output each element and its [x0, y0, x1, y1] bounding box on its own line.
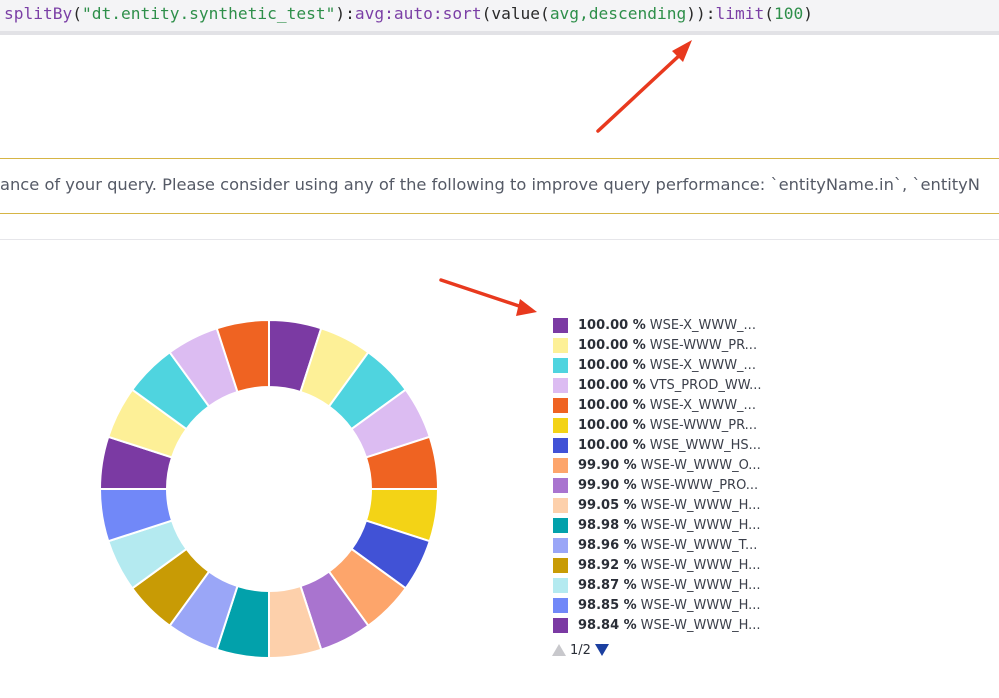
query-token: (: [764, 4, 774, 23]
legend-item[interactable]: 98.96 % WSE-W_WWW_T...: [553, 535, 762, 555]
legend-label: WSE-X_WWW_...: [649, 317, 756, 333]
legend-value: 100.00 %: [578, 437, 646, 453]
legend-swatch: [553, 457, 568, 473]
legend-value: 98.96 %: [578, 537, 637, 553]
legend-value: 98.92 %: [578, 557, 637, 573]
legend-value: 98.85 %: [578, 597, 637, 613]
legend-value: 98.87 %: [578, 577, 637, 593]
query-warning-text: ance of your query. Please consider usin…: [0, 175, 980, 194]
page-indicator: 1/2: [570, 642, 591, 658]
legend-value: 99.90 %: [578, 477, 637, 493]
chart-legend: 100.00 % WSE-X_WWW_... 100.00 % WSE-WWW_PR.…: [553, 315, 762, 635]
legend-item[interactable]: 98.84 % WSE-W_WWW_H...: [553, 615, 762, 635]
query-token: 100: [774, 4, 804, 23]
legend-swatch: [553, 337, 568, 353]
legend-label: WSE-W_WWW_H...: [640, 617, 761, 633]
legend-swatch: [553, 357, 568, 373]
legend-value: 100.00 %: [578, 357, 646, 373]
legend-label: WSE-X_WWW_...: [649, 357, 756, 373]
legend-label: VTS_PROD_WW...: [649, 377, 762, 393]
query-text[interactable]: splitBy("dt.entity.synthetic_test"):avg:…: [4, 2, 813, 26]
query-token: ):: [335, 4, 355, 23]
query-token: )):: [686, 4, 716, 23]
legend-value: 100.00 %: [578, 317, 646, 333]
legend-swatch: [553, 417, 568, 433]
query-warning-banner: ance of your query. Please consider usin…: [0, 158, 999, 214]
query-token: splitBy: [4, 4, 73, 23]
legend-item[interactable]: 98.87 % WSE-W_WWW_H...: [553, 575, 762, 595]
legend-value: 99.05 %: [578, 497, 637, 513]
legend-swatch: [553, 437, 568, 453]
query-token: avg,descending: [549, 4, 687, 23]
legend-label: WSE-W_WWW_H...: [640, 597, 761, 613]
legend-value: 100.00 %: [578, 337, 646, 353]
legend-label: WSE_WWW_HS...: [649, 437, 762, 453]
legend-pager: 1/2: [551, 641, 610, 659]
legend-swatch: [553, 377, 568, 393]
legend-swatch: [553, 317, 568, 333]
legend-swatch: [553, 597, 568, 613]
legend-swatch: [553, 397, 568, 413]
query-token: ): [803, 4, 813, 23]
legend-item[interactable]: 99.90 % WSE-WWW_PRO...: [553, 475, 762, 495]
legend-label: WSE-W_WWW_H...: [640, 497, 761, 513]
legend-label: WSE-W_WWW_H...: [640, 577, 761, 593]
section-divider: [0, 239, 999, 240]
legend-item[interactable]: 98.92 % WSE-W_WWW_H...: [553, 555, 762, 575]
legend-value: 99.90 %: [578, 457, 637, 473]
legend-label: WSE-W_WWW_T...: [640, 537, 758, 553]
legend-item[interactable]: 100.00 % WSE-X_WWW_...: [553, 395, 762, 415]
legend-label: WSE-W_WWW_H...: [640, 517, 761, 533]
arrow-to-query-icon: [596, 40, 692, 133]
legend-item[interactable]: 98.98 % WSE-W_WWW_H...: [553, 515, 762, 535]
legend-label: WSE-WWW_PR...: [649, 417, 758, 433]
legend-label: WSE-X_WWW_...: [649, 397, 756, 413]
next-page-icon[interactable]: [594, 642, 610, 658]
legend-item[interactable]: 98.85 % WSE-W_WWW_H...: [553, 595, 762, 615]
legend-item[interactable]: 100.00 % VTS_PROD_WW...: [553, 375, 762, 395]
previous-page-icon[interactable]: [551, 642, 567, 658]
legend-value: 100.00 %: [578, 397, 646, 413]
query-token: avg:auto:sort: [354, 4, 482, 23]
legend-value: 100.00 %: [578, 377, 646, 393]
legend-label: WSE-WWW_PRO...: [640, 477, 759, 493]
query-token: limit: [715, 4, 765, 23]
arrow-to-legend-icon: [439, 278, 537, 316]
legend-swatch: [553, 557, 568, 573]
query-token: (: [72, 4, 82, 23]
legend-value: 100.00 %: [578, 417, 646, 433]
legend-value: 98.98 %: [578, 517, 637, 533]
legend-item[interactable]: 99.05 % WSE-W_WWW_H...: [553, 495, 762, 515]
legend-item[interactable]: 100.00 % WSE-WWW_PR...: [553, 335, 762, 355]
legend-item[interactable]: 100.00 % WSE-X_WWW_...: [553, 355, 762, 375]
legend-swatch: [553, 517, 568, 533]
query-token: "dt.entity.synthetic_test": [81, 4, 336, 23]
legend-item[interactable]: 100.00 % WSE-WWW_PR...: [553, 415, 762, 435]
legend-label: WSE-WWW_PR...: [649, 337, 758, 353]
legend-item[interactable]: 99.90 % WSE-W_WWW_O...: [553, 455, 762, 475]
donut-chart: [98, 318, 440, 660]
query-token: (value(: [481, 4, 550, 23]
legend-label: WSE-W_WWW_H...: [640, 557, 761, 573]
legend-swatch: [553, 617, 568, 633]
legend-item[interactable]: 100.00 % WSE_WWW_HS...: [553, 435, 762, 455]
legend-label: WSE-W_WWW_O...: [640, 457, 761, 473]
legend-swatch: [553, 537, 568, 553]
legend-value: 98.84 %: [578, 617, 637, 633]
legend-item[interactable]: 100.00 % WSE-X_WWW_...: [553, 315, 762, 335]
legend-swatch: [553, 477, 568, 493]
legend-swatch: [553, 497, 568, 513]
query-editor[interactable]: splitBy("dt.entity.synthetic_test"):avg:…: [0, 0, 999, 35]
legend-swatch: [553, 577, 568, 593]
